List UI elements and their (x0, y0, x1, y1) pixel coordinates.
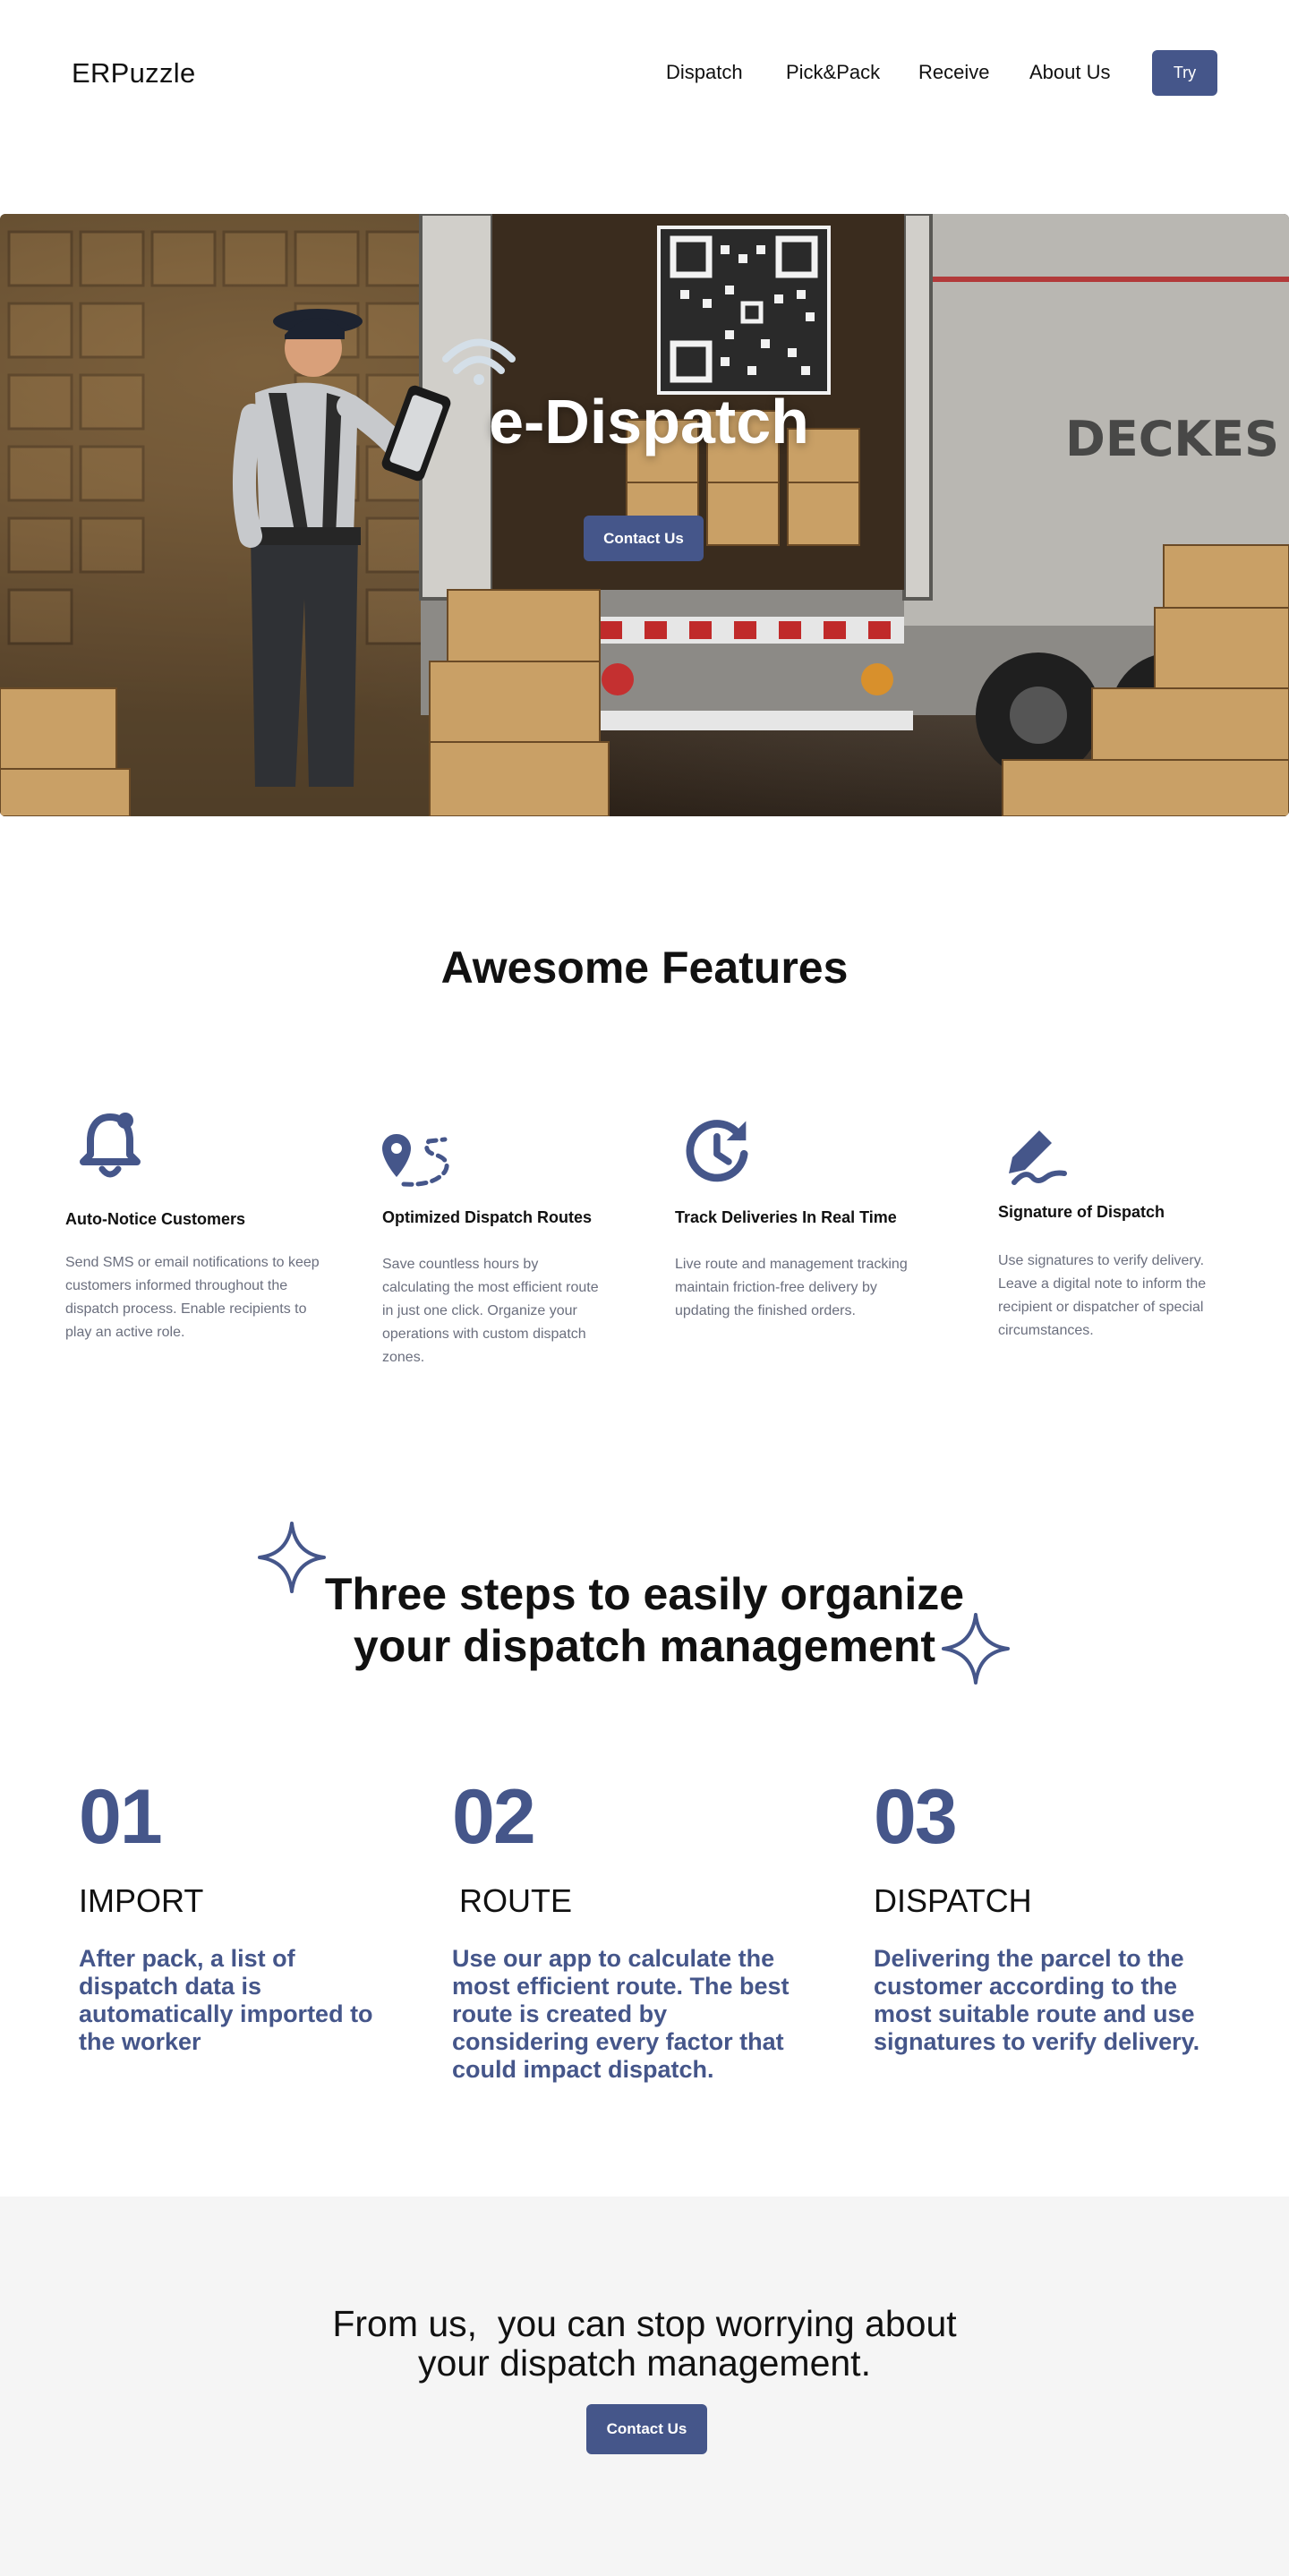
feature-title: Auto-Notice Customers (65, 1210, 246, 1228)
signature-pen-icon (1009, 1130, 1067, 1185)
site-header: ERPuzzle Dispatch Pick&Pack Receive Abou… (0, 0, 1289, 143)
step-label: DISPATCH (874, 1882, 1032, 1919)
cta-title-line-1: From us, you can stop worrying about (332, 2303, 957, 2344)
features-title: Awesome Features (440, 943, 849, 993)
feature-title: Signature of Dispatch (998, 1203, 1165, 1221)
nav-link-receive[interactable]: Receive (918, 61, 1008, 84)
cta-contact-button[interactable]: Contact Us (586, 2404, 707, 2454)
nav-link-about-us[interactable]: About Us (1029, 61, 1137, 84)
cta-title-line-2: your dispatch management. (418, 2342, 871, 2384)
step-label: ROUTE (459, 1882, 572, 1919)
feature-description: Live route and management tracking maint… (675, 1257, 908, 1318)
steps-title-line-1: Three steps to easily organize (324, 1569, 965, 1619)
feature-description: Save countless hours by calculating the … (382, 1257, 599, 1365)
clock-refresh-icon (686, 1120, 748, 1182)
try-button[interactable]: Try (1152, 50, 1217, 96)
nav-link-pick-pack[interactable]: Pick&Pack (786, 61, 893, 84)
route-pin-icon (382, 1134, 449, 1187)
step-dispatch: 03 DISPATCH Delivering the parcel to the… (874, 1777, 1232, 2056)
step-route: 02 ROUTE Use our app to calculate the mo… (452, 1777, 810, 2084)
hero-banner: DECKES e-Dispatch Contact Us (0, 214, 1289, 816)
feature-description: Send SMS or email notifications to keep … (65, 1255, 320, 1340)
feature-description: Use signatures to verify delivery. Leave… (998, 1253, 1207, 1338)
steps-title: Three steps to easily organize your disp… (0, 1568, 1289, 1672)
step-description: Delivering the parcel to the customer ac… (874, 1945, 1200, 2055)
steps-title-line-2: your dispatch management (353, 1621, 936, 1671)
feature-title: Track Deliveries In Real Time (675, 1208, 897, 1226)
nav-link-dispatch[interactable]: Dispatch (666, 61, 755, 84)
feature-title: Optimized Dispatch Routes (382, 1208, 593, 1226)
step-number: 03 (874, 1774, 958, 1860)
step-description: Use our app to calculate the most effici… (452, 1945, 790, 2083)
cta-section: From us, you can stop worrying about you… (0, 2196, 1289, 2576)
step-import: 01 IMPORT After pack, a list of dispatch… (79, 1777, 401, 2056)
hero-title: e-Dispatch (489, 387, 809, 456)
step-number: 02 (452, 1774, 536, 1860)
brand-logo[interactable]: ERPuzzle (72, 57, 196, 90)
step-description: After pack, a list of dispatch data is a… (79, 1945, 373, 2055)
bell-icon (80, 1113, 141, 1178)
step-number: 01 (79, 1774, 163, 1860)
cta-title: From us, you can stop worrying about you… (0, 2304, 1289, 2383)
hero-contact-button[interactable]: Contact Us (584, 516, 704, 561)
step-label: IMPORT (79, 1882, 204, 1919)
